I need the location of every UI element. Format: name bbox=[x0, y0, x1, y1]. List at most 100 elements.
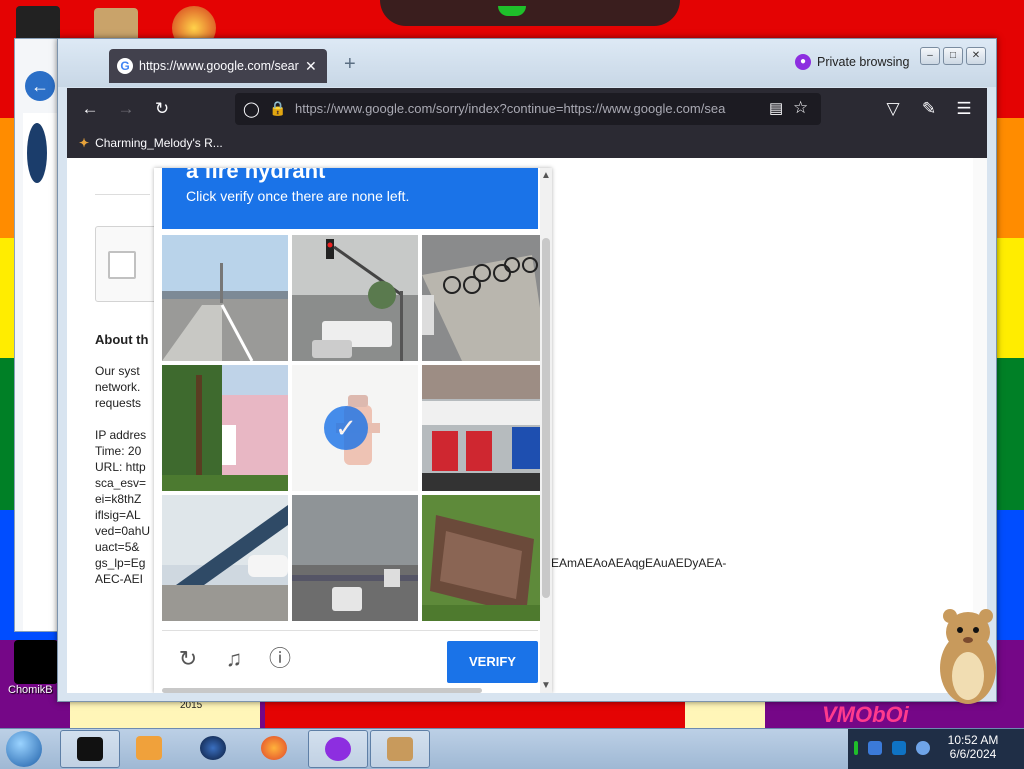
captcha-tile-1[interactable] bbox=[162, 235, 288, 361]
start-button[interactable] bbox=[6, 731, 42, 767]
taskbar-item-4[interactable] bbox=[245, 730, 303, 766]
taskbar-item-2[interactable] bbox=[120, 730, 178, 766]
about-line: IP addres bbox=[95, 428, 147, 442]
menu-icon[interactable]: ☰ bbox=[953, 98, 975, 120]
taskbar-item-1[interactable] bbox=[60, 730, 120, 768]
info-icon[interactable]: ⓘ bbox=[266, 645, 294, 673]
wallpaper-red-panel bbox=[265, 700, 685, 728]
scroll-down-icon[interactable]: ▼ bbox=[541, 680, 551, 691]
back-icon[interactable]: ← bbox=[79, 98, 101, 120]
back-arrow-icon[interactable]: ← bbox=[25, 71, 55, 101]
address-bar[interactable]: ◯ 🔒 https://www.google.com/sorry/index?c… bbox=[235, 93, 821, 125]
wallpaper-shape bbox=[380, 0, 680, 26]
new-tab-icon[interactable]: + bbox=[344, 53, 356, 76]
tab-google[interactable]: G https://www.google.com/sear ✕ bbox=[109, 49, 327, 83]
challenge-scrollbar[interactable]: ▲ ▼ bbox=[540, 168, 552, 693]
challenge-instruction: Click verify once there are none left. bbox=[186, 188, 410, 204]
reload-challenge-icon[interactable]: ↻ bbox=[174, 645, 202, 673]
captcha-tile-9[interactable] bbox=[422, 495, 548, 621]
chomik-icon[interactable] bbox=[14, 640, 58, 684]
volume-tray-icon[interactable] bbox=[916, 741, 930, 755]
close-window-button[interactable]: ✕ bbox=[966, 47, 986, 65]
private-label: Private browsing bbox=[817, 55, 910, 69]
clock-time: 10:52 AM bbox=[947, 733, 999, 747]
scroll-up-icon[interactable]: ▲ bbox=[541, 170, 551, 181]
challenge-header: a fire hydrant Click verify once there a… bbox=[162, 168, 538, 229]
about-line: AEC-AEI bbox=[95, 572, 144, 586]
taskbar-item-3[interactable] bbox=[184, 730, 242, 766]
shield-tray-icon[interactable] bbox=[868, 741, 882, 755]
media-player-icon bbox=[136, 736, 162, 760]
captcha-tile-6[interactable] bbox=[422, 365, 548, 491]
private-browsing-indicator: ● Private browsing bbox=[795, 54, 909, 70]
scroll-thumb[interactable] bbox=[542, 238, 550, 598]
bookmark-label: Charming_Melody's R... bbox=[95, 136, 223, 150]
url-tail-text: AEAmAEAoAEAqgEAuAEDyAEA- bbox=[543, 556, 727, 570]
trucks-image bbox=[422, 365, 548, 491]
firefox-icon bbox=[261, 736, 287, 760]
challenge-footer: ↻ ♫ ⓘ VERIFY bbox=[162, 630, 538, 693]
traffic-light-image bbox=[292, 235, 418, 361]
about-line: uact=5& bbox=[95, 540, 140, 554]
shield-icon[interactable]: ◯ bbox=[243, 100, 260, 118]
captcha-tile-8[interactable] bbox=[292, 495, 418, 621]
browser-window: G https://www.google.com/sear ✕ + ● Priv… bbox=[57, 38, 997, 702]
clock-date: 6/6/2024 bbox=[949, 747, 997, 761]
close-tab-icon[interactable]: ✕ bbox=[305, 58, 317, 75]
page-content: About th Our syst network. requests IP a… bbox=[67, 158, 987, 693]
hamster-app-icon bbox=[387, 737, 413, 761]
clock[interactable]: 10:52 AM 6/6/2024 bbox=[938, 733, 1008, 761]
horizontal-scroll-thumb[interactable] bbox=[162, 688, 482, 693]
explorer-sidebar bbox=[23, 113, 59, 631]
taskbar-item-5[interactable] bbox=[308, 730, 368, 768]
audio-challenge-icon[interactable]: ♫ bbox=[220, 645, 248, 673]
pocket-icon[interactable]: ▽ bbox=[882, 98, 904, 120]
wallpaper-text: VMObOi bbox=[822, 702, 909, 727]
maximize-button[interactable]: □ bbox=[943, 47, 963, 65]
forward-icon[interactable]: → bbox=[115, 98, 137, 120]
system-tray: 10:52 AM 6/6/2024 bbox=[848, 729, 1024, 769]
verify-button[interactable]: VERIFY bbox=[447, 641, 538, 683]
captcha-tile-3[interactable] bbox=[422, 235, 548, 361]
url-text[interactable]: https://www.google.com/sorry/index?conti… bbox=[295, 101, 759, 116]
challenge-title: a fire hydrant bbox=[186, 168, 326, 183]
bicycles-image bbox=[422, 235, 548, 361]
globe-icon bbox=[200, 736, 226, 760]
title-bar: G https://www.google.com/sear ✕ + ● Priv… bbox=[58, 39, 996, 87]
extensions-icon[interactable]: ✎ bbox=[918, 98, 940, 120]
about-line: iflsig=AL bbox=[95, 508, 141, 522]
about-line: ved=0ahU bbox=[95, 524, 151, 538]
reload-icon[interactable]: ↻ bbox=[151, 98, 173, 120]
hamster-mascot bbox=[940, 609, 996, 704]
taskbar-item-6[interactable] bbox=[370, 730, 430, 768]
about-line: ei=k8thZ bbox=[95, 492, 142, 506]
pink-house-image bbox=[162, 365, 288, 491]
about-line: sca_esv= bbox=[95, 476, 147, 490]
reader-view-icon[interactable]: ▤ bbox=[769, 99, 783, 117]
captcha-tile-7[interactable] bbox=[162, 495, 288, 621]
tray-indicator-icon bbox=[854, 741, 858, 755]
rusty-sign-image bbox=[422, 495, 548, 621]
bookmark-item[interactable]: ✦ Charming_Melody's R... bbox=[79, 136, 223, 150]
highway-pickup-image bbox=[292, 495, 418, 621]
bookmarks-toolbar: ✦ Charming_Melody's R... bbox=[67, 130, 987, 158]
selected-check-icon: ✓ bbox=[324, 406, 368, 450]
wallpaper-panel bbox=[70, 700, 260, 728]
network-tray-icon[interactable] bbox=[892, 741, 906, 755]
lock-icon[interactable]: 🔒 bbox=[269, 100, 286, 117]
road-overpass-image bbox=[162, 235, 288, 361]
taskbar: 10:52 AM 6/6/2024 bbox=[0, 728, 1024, 769]
private-mask-icon: ● bbox=[795, 54, 811, 70]
captcha-tile-2[interactable] bbox=[292, 235, 418, 361]
minimize-button[interactable]: – bbox=[920, 47, 940, 65]
wallpaper-panel-2 bbox=[685, 700, 765, 728]
captcha-tile-4[interactable] bbox=[162, 365, 288, 491]
bookmark-star-icon[interactable]: ☆ bbox=[793, 98, 808, 118]
desktop-icon-label: ChomikB bbox=[8, 684, 53, 696]
tab-title: https://www.google.com/sear bbox=[139, 59, 299, 73]
recaptcha-checkbox[interactable] bbox=[108, 251, 136, 279]
recaptcha-checkbox-widget bbox=[95, 226, 157, 302]
about-line: requests bbox=[95, 396, 142, 410]
navigation-toolbar: ← → ↻ ◯ 🔒 https://www.google.com/sorry/i… bbox=[67, 88, 987, 130]
about-line: network. bbox=[95, 380, 141, 394]
